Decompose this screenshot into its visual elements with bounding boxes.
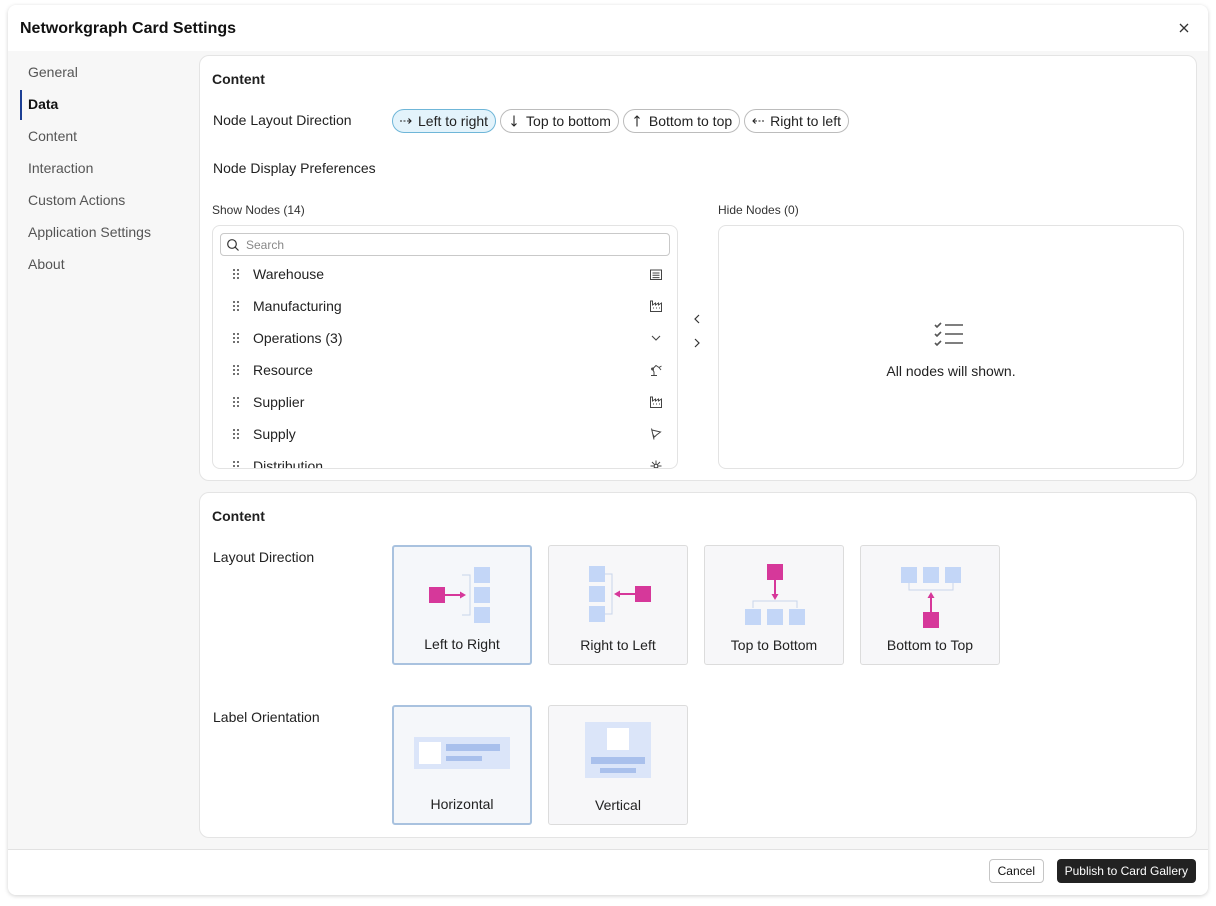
arrow-up-icon: [633, 115, 640, 127]
layout-option-bottom-to-top[interactable]: Bottom to top: [622, 109, 741, 133]
flag-icon: [651, 428, 662, 440]
factory-icon: [650, 300, 662, 312]
layout-direction-label: Layout Direction: [213, 549, 315, 565]
dialog-header: Networkgraph Card Settings: [8, 5, 1208, 51]
node-items: Warehouse Manufacturing Operations (3) R…: [213, 258, 677, 469]
node-layout-direction-group: Left to right Top to bottom Bottom to to…: [392, 109, 849, 133]
sidebar-item-interaction[interactable]: Interaction: [20, 152, 190, 184]
show-nodes-label: Show Nodes (14): [212, 203, 305, 217]
arrow-down-icon: [511, 115, 517, 127]
label-orientation-label: Label Orientation: [213, 709, 320, 725]
layout-option-left-to-right[interactable]: Left to right: [392, 109, 497, 133]
publish-button[interactable]: Publish to Card Gallery: [1056, 859, 1196, 883]
layout-option-right-to-left[interactable]: Right to left: [744, 109, 849, 133]
pill-label: Right to left: [770, 113, 841, 129]
sidebar-item-content[interactable]: Content: [20, 120, 190, 152]
hub-icon: [650, 460, 662, 468]
card-label: Top to Bottom: [730, 637, 818, 653]
section-heading: Content: [212, 71, 265, 87]
card-label: Left to Right: [424, 636, 500, 652]
layout-card-right-to-left[interactable]: Right to Left: [548, 545, 688, 665]
empty-state-message: All nodes will shown.: [886, 363, 1016, 379]
pill-label: Bottom to top: [648, 113, 733, 129]
sidebar-item-custom-actions[interactable]: Custom Actions: [20, 184, 190, 216]
chevron-down-icon[interactable]: [649, 331, 663, 345]
arrow-left-dashed-icon: [752, 118, 765, 124]
factory-icon: [650, 396, 662, 408]
orientation-card-horizontal[interactable]: Horizontal: [392, 705, 532, 825]
node-label: Operations (3): [253, 330, 343, 346]
drag-handle-icon[interactable]: [232, 300, 240, 312]
list-item[interactable]: Warehouse: [213, 258, 677, 290]
transfer-controls: [690, 312, 704, 360]
list-item[interactable]: Operations (3): [213, 322, 677, 354]
settings-sidebar: General Data Content Interaction Custom …: [20, 56, 190, 280]
robot-arm-icon: [651, 364, 662, 376]
drag-handle-icon[interactable]: [232, 396, 240, 408]
settings-dialog: Networkgraph Card Settings General Data …: [8, 5, 1208, 895]
warehouse-icon: [650, 269, 662, 280]
checklist-icon: [934, 322, 963, 347]
list-item[interactable]: Supply: [213, 418, 677, 450]
section-heading: Content: [212, 508, 265, 524]
search-field: [220, 233, 670, 256]
layout-card-bottom-to-top[interactable]: Bottom to Top: [860, 545, 1000, 665]
layout-panel: Content Layout Direction Left to Right R…: [199, 492, 1197, 838]
node-layout-direction-label: Node Layout Direction: [213, 112, 352, 128]
layout-option-top-to-bottom[interactable]: Top to bottom: [500, 109, 619, 133]
show-nodes-list: Warehouse Manufacturing Operations (3) R…: [212, 225, 678, 469]
drag-handle-icon[interactable]: [232, 364, 240, 376]
search-icon: [227, 238, 239, 251]
arrow-right-dashed-icon: [400, 118, 412, 124]
pill-label: Left to right: [418, 113, 489, 129]
close-icon[interactable]: [1174, 18, 1194, 38]
drag-handle-icon[interactable]: [232, 332, 240, 344]
node-label: Manufacturing: [253, 298, 342, 314]
chevron-right-icon[interactable]: [690, 336, 704, 350]
list-item[interactable]: Supplier: [213, 386, 677, 418]
hide-nodes-list: All nodes will shown.: [718, 225, 1184, 469]
layout-card-top-to-bottom[interactable]: Top to Bottom: [704, 545, 844, 665]
node-label: Supplier: [253, 394, 305, 410]
card-label: Bottom to Top: [886, 637, 974, 653]
drag-handle-icon[interactable]: [232, 428, 240, 440]
card-label: Horizontal: [430, 796, 494, 812]
sidebar-item-about[interactable]: About: [20, 248, 190, 280]
sidebar-item-general[interactable]: General: [20, 56, 190, 88]
dialog-footer: Cancel Publish to Card Gallery: [8, 849, 1208, 895]
drag-handle-icon[interactable]: [232, 460, 240, 469]
list-item[interactable]: Manufacturing: [213, 290, 677, 322]
card-label: Right to Left: [580, 637, 656, 653]
layout-card-left-to-right[interactable]: Left to Right: [392, 545, 532, 665]
node-label: Warehouse: [253, 266, 325, 282]
cancel-button[interactable]: Cancel: [988, 859, 1044, 883]
sidebar-item-data[interactable]: Data: [20, 88, 190, 120]
node-label: Distribution: [253, 458, 324, 469]
list-item[interactable]: Distribution: [213, 450, 677, 469]
dialog-title: Networkgraph Card Settings: [20, 20, 237, 37]
list-item[interactable]: Resource: [213, 354, 677, 386]
card-label: Vertical: [595, 797, 641, 813]
drag-handle-icon[interactable]: [232, 268, 240, 280]
node-label: Resource: [253, 362, 313, 378]
node-display-preferences-label: Node Display Preferences: [213, 160, 376, 176]
pill-label: Top to bottom: [526, 113, 611, 129]
orientation-card-vertical[interactable]: Vertical: [548, 705, 688, 825]
sidebar-item-application-settings[interactable]: Application Settings: [20, 216, 190, 248]
search-input[interactable]: [246, 237, 646, 252]
content-panel: Content Node Layout Direction Left to ri…: [199, 55, 1197, 481]
hide-nodes-label: Hide Nodes (0): [718, 203, 799, 217]
node-label: Supply: [253, 426, 296, 442]
chevron-left-icon[interactable]: [690, 312, 704, 326]
